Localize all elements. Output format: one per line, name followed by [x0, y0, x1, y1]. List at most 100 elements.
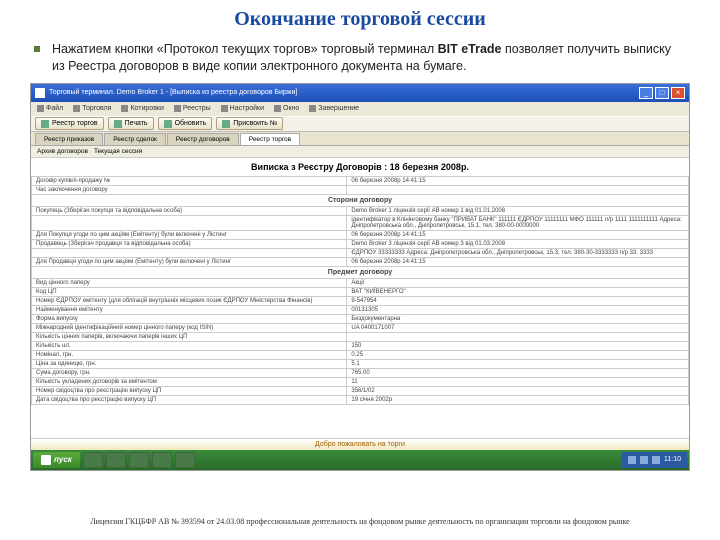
app-icon	[35, 88, 45, 98]
assign-icon	[222, 120, 230, 128]
table-row: Номер ЄДРПОУ емітенту (для облігацій вну…	[32, 296, 689, 305]
menu-bar: Файл Торговля Котировки Реестры Настройк…	[31, 102, 689, 116]
end-icon	[309, 105, 316, 112]
menu-end[interactable]: Завершение	[309, 105, 359, 112]
row-value	[347, 332, 689, 341]
row-value: Акції	[347, 278, 689, 287]
tray-icon[interactable]	[628, 456, 636, 464]
table-row: Номінал, грн.0.25	[32, 350, 689, 359]
table-row: Найменування емітенту00131305	[32, 305, 689, 314]
tab-trades[interactable]: Реестр торгов	[240, 133, 300, 145]
row-value: 5.1	[347, 359, 689, 368]
maximize-button[interactable]: □	[655, 87, 669, 99]
print-button[interactable]: Печать	[108, 117, 154, 130]
row-label: Форма випуску	[32, 314, 347, 323]
row-label: Вид цінного паперу	[32, 278, 347, 287]
taskbar-item[interactable]	[106, 452, 126, 468]
print-icon	[114, 120, 122, 128]
registry-button[interactable]: Реестр торгов	[35, 117, 104, 130]
row-label: Кількість шт.	[32, 341, 347, 350]
row-value: 06 березня 2008р 14:41:15	[347, 230, 689, 239]
row-value: 11	[347, 377, 689, 386]
row-value: 06 березня 2008р 14:41:15	[347, 257, 689, 266]
document-area: Виписка з Реєстру Договорів : 18 березня…	[31, 158, 689, 438]
subbar-current[interactable]: Текущая сессия	[94, 148, 142, 155]
taskbar-item[interactable]	[83, 452, 103, 468]
section-subject: Предмет договору	[32, 266, 689, 278]
subbar-archive[interactable]: Архив договоров	[37, 148, 88, 155]
table-row: ЄДРПОУ 33333333 Адреса: Дніпропетровська…	[32, 248, 689, 257]
tab-bar: Реестр приказов Реестр сделок Реестр дог…	[31, 132, 689, 146]
row-label: Номінал, грн.	[32, 350, 347, 359]
table-row: Кількість цінних паперів, включаючи папе…	[32, 332, 689, 341]
file-icon	[37, 105, 44, 112]
row-label	[32, 248, 347, 257]
row-value: Demo Broker 1 ліцензія серії АВ номер 1 …	[347, 206, 689, 215]
table-row: Дата свідоцтва про реєстрацію випуску ЦП…	[32, 395, 689, 404]
tray-icon[interactable]	[652, 456, 660, 464]
menu-window[interactable]: Окно	[274, 105, 299, 112]
doc-heading: Виписка з Реєстру Договорів : 18 березня…	[31, 158, 689, 176]
row-label: Кількість цінних паперів, включаючи папе…	[32, 332, 347, 341]
tab-contracts[interactable]: Реестр договоров	[167, 133, 239, 145]
refresh-button[interactable]: Обновить	[158, 117, 213, 130]
row-value: Demo Broker 3 ліцензія серії АВ номер 3 …	[347, 239, 689, 248]
quotes-icon	[121, 105, 128, 112]
row-value: 9-547954	[347, 296, 689, 305]
bullet-item: Нажатием кнопки «Протокол текущих торгов…	[34, 41, 686, 75]
app-screenshot: Торговый терминал. Demo Broker 1 - [Выпи…	[30, 83, 690, 471]
sub-bar: Архив договоров Текущая сессия	[31, 146, 689, 158]
tray-icon[interactable]	[640, 456, 648, 464]
table-row: Код ЦПВАТ "КИЇВЕНЕРГО"	[32, 287, 689, 296]
row-value: ВАТ "КИЇВЕНЕРГО"	[347, 287, 689, 296]
taskbar-item[interactable]	[175, 452, 195, 468]
row-label: Продавець (Зберігач продавця та відповід…	[32, 239, 347, 248]
settings-icon	[221, 105, 228, 112]
registry-icon	[174, 105, 181, 112]
row-value: 356/1/02	[347, 386, 689, 395]
menu-registry[interactable]: Реестры	[174, 105, 211, 112]
window-icon	[274, 105, 281, 112]
windows-taskbar: пуск 11:10	[31, 450, 689, 470]
row-value: Бездокументарна	[347, 314, 689, 323]
row-value: ЄДРПОУ 33333333 Адреса: Дніпропетровська…	[347, 248, 689, 257]
row-label: Дата свідоцтва про реєстрацію випуску ЦП	[32, 395, 347, 404]
row-label: Покупець (Зберігач покупця та відповідал…	[32, 206, 347, 215]
row-label: Найменування емітенту	[32, 305, 347, 314]
row-value: 19 січня 2002р	[347, 395, 689, 404]
tab-orders[interactable]: Реестр приказов	[35, 133, 103, 145]
menu-file[interactable]: Файл	[37, 105, 63, 112]
start-button[interactable]: пуск	[33, 452, 80, 468]
contract-table: Договір купівлі-продажу № 06 березня 2008…	[31, 176, 689, 405]
table-row: Сума договору, грн.765.00	[32, 368, 689, 377]
bullet-marker	[34, 46, 40, 52]
close-button[interactable]: ×	[671, 87, 685, 99]
row-label: Договір купівлі-продажу №	[32, 176, 347, 185]
row-value: 765.00	[347, 368, 689, 377]
system-tray[interactable]: 11:10	[622, 452, 687, 468]
table-row: Продавець (Зберігач продавця та відповід…	[32, 239, 689, 248]
table-row: Міжнародний ідентифікаційний номер цінно…	[32, 323, 689, 332]
minimize-button[interactable]: _	[639, 87, 653, 99]
menu-trade[interactable]: Торговля	[73, 105, 111, 112]
doc-icon	[41, 120, 49, 128]
taskbar-item[interactable]	[129, 452, 149, 468]
trade-icon	[73, 105, 80, 112]
taskbar-item[interactable]	[152, 452, 172, 468]
table-row: Кількість шт.150	[32, 341, 689, 350]
table-row: Час заключення договору	[32, 185, 689, 194]
assign-button[interactable]: Присвоить №	[216, 117, 283, 130]
row-label: Сума договору, грн.	[32, 368, 347, 377]
row-label: Номер свідоцтва про реєстрацію випуску Ц…	[32, 386, 347, 395]
menu-quotes[interactable]: Котировки	[121, 105, 163, 112]
table-row: Для Покупця угоди по цим акціям (Емітент…	[32, 230, 689, 239]
row-value: 0.25	[347, 350, 689, 359]
toolbar: Реестр торгов Печать Обновить Присвоить …	[31, 116, 689, 132]
welcome-bar: Добро пожаловать на торги	[31, 438, 689, 450]
tab-deals[interactable]: Реестр сделок	[104, 133, 166, 145]
window-titlebar[interactable]: Торговый терминал. Demo Broker 1 - [Выпи…	[31, 84, 689, 102]
row-label	[32, 215, 347, 230]
refresh-icon	[164, 120, 172, 128]
clock: 11:10	[664, 456, 681, 463]
menu-settings[interactable]: Настройки	[221, 105, 264, 112]
